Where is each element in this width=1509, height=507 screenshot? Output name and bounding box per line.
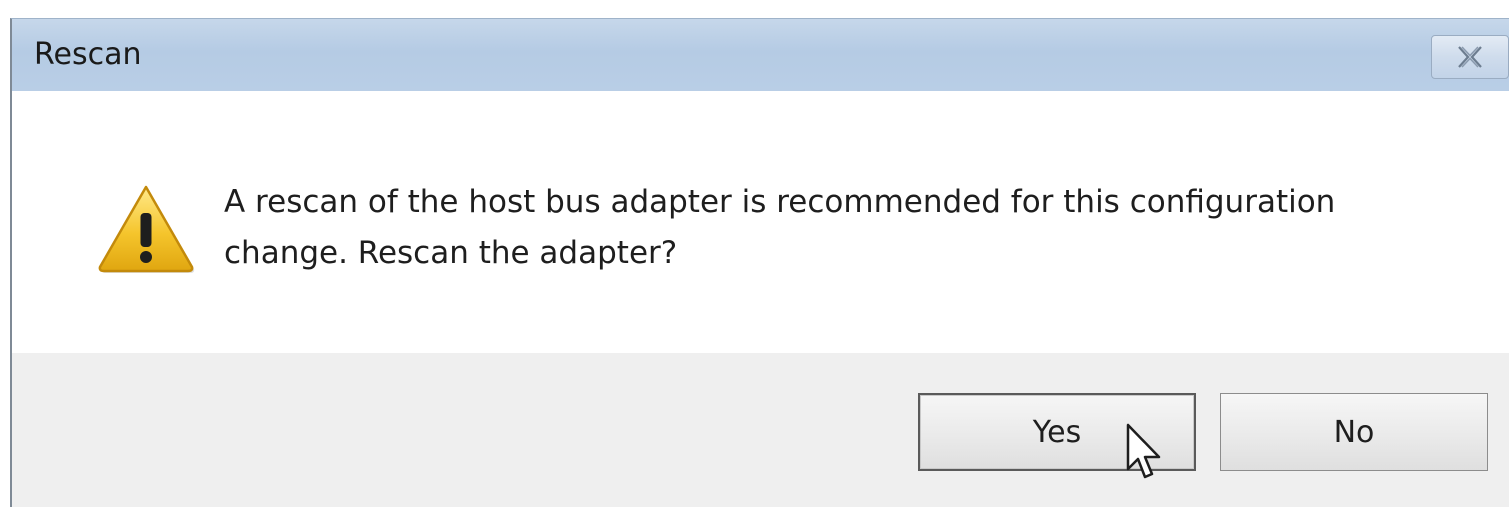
yes-button[interactable]: Yes	[918, 393, 1196, 471]
close-button[interactable]	[1431, 35, 1509, 79]
screen: Rescan A rescan of the host bus adapter …	[0, 0, 1509, 507]
dialog-title: Rescan	[34, 37, 142, 72]
message-line-2: change. Rescan the adapter?	[224, 235, 678, 271]
dialog-content: A rescan of the host bus adapter is reco…	[12, 91, 1509, 353]
no-button[interactable]: No	[1220, 393, 1488, 471]
warning-icon	[98, 185, 195, 273]
dialog-message: A rescan of the host bus adapter is reco…	[224, 177, 1474, 279]
message-line-1: A rescan of the host bus adapter is reco…	[224, 184, 1336, 220]
rescan-dialog: Rescan A rescan of the host bus adapter …	[10, 18, 1509, 507]
title-bar[interactable]: Rescan	[12, 19, 1509, 91]
button-bar: Yes No	[12, 353, 1509, 507]
close-icon	[1458, 46, 1482, 68]
